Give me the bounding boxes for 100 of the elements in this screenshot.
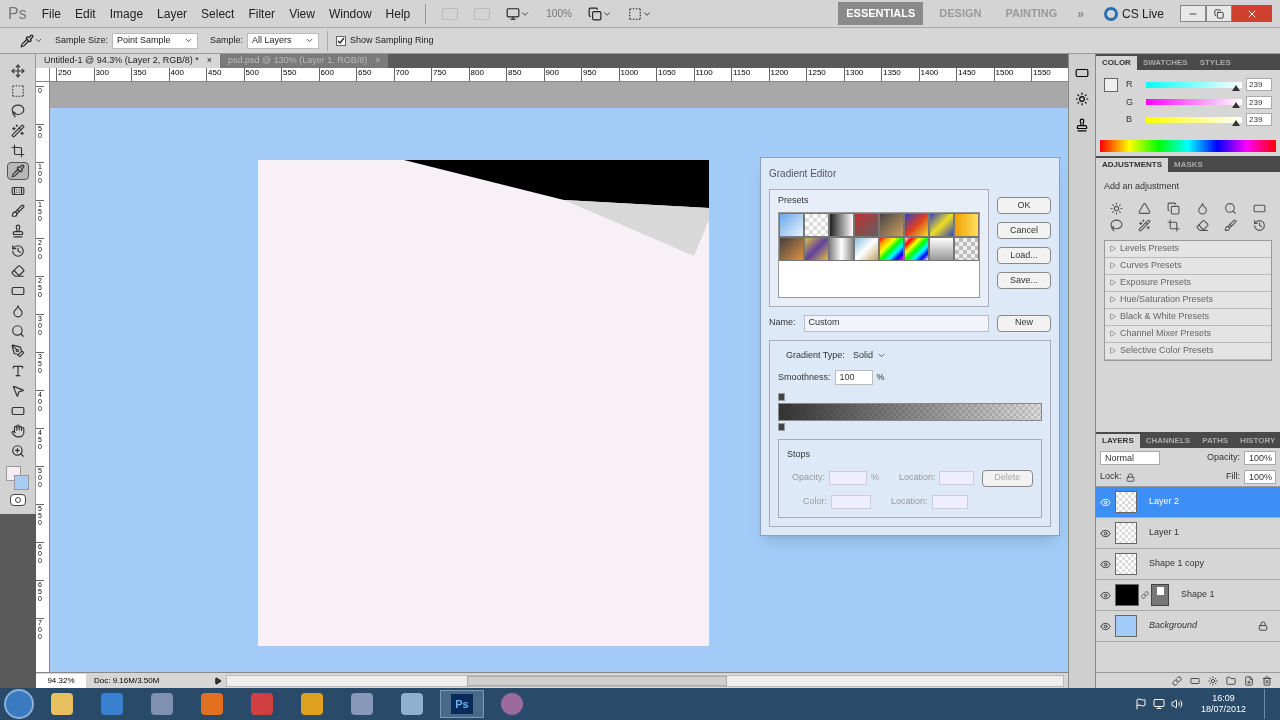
sampling-ring-checkbox[interactable] — [336, 35, 347, 46]
new-button[interactable]: New — [997, 314, 1051, 332]
panel-tab[interactable]: CHANNELS — [1139, 434, 1197, 448]
preset-list-item[interactable]: Exposure Presets — [1105, 274, 1271, 292]
smoothness-field[interactable]: 100 — [834, 370, 873, 385]
photoshop-taskbar-button[interactable]: Ps — [440, 690, 484, 718]
slider-thumb[interactable] — [1231, 84, 1240, 91]
monitor-icon[interactable] — [1152, 698, 1165, 710]
layer-row[interactable]: Background — [1096, 611, 1280, 642]
panel-tab[interactable]: HISTORY — [1234, 434, 1280, 448]
panel-tab[interactable]: SWATCHES — [1136, 56, 1194, 70]
lock-icon[interactable] — [1125, 472, 1135, 482]
panel-tab[interactable]: ADJUSTMENTS — [1096, 158, 1168, 172]
minimize-button[interactable] — [1180, 5, 1206, 22]
quick-mask-icon[interactable] — [9, 494, 26, 506]
gradient-type-dropdown[interactable]: Solid — [848, 348, 890, 362]
name-label: Name: — [769, 316, 796, 330]
dialog-button[interactable]: Save... — [997, 272, 1051, 289]
sample-dropdown[interactable]: All Layers — [247, 32, 320, 49]
delete-icon[interactable] — [1262, 675, 1272, 686]
foreground-color-swatch[interactable] — [1104, 78, 1118, 92]
color-spectrum[interactable] — [1100, 140, 1276, 152]
channel-value-field[interactable]: 239 — [1246, 78, 1272, 92]
preset-list-item[interactable]: Hue/Saturation Presets — [1105, 291, 1271, 309]
layer-row[interactable]: Layer 1 — [1096, 518, 1280, 549]
fill-field[interactable]: 100% — [1244, 470, 1276, 484]
status-menu-icon[interactable] — [214, 676, 222, 685]
stop-field[interactable] — [831, 494, 871, 509]
dialog-button[interactable]: OK — [997, 197, 1051, 214]
visibility-icon[interactable] — [1100, 620, 1111, 632]
dialog-button[interactable]: Load... — [997, 247, 1051, 264]
horizontal-scrollbar[interactable] — [226, 674, 1064, 687]
gradient-preset[interactable] — [904, 236, 929, 261]
channel-slider[interactable] — [1146, 81, 1242, 88]
visibility-icon[interactable] — [1100, 558, 1111, 570]
new-layer-icon[interactable] — [1244, 675, 1254, 686]
dialog-button[interactable]: Cancel — [997, 222, 1051, 239]
ruler-origin[interactable] — [36, 68, 50, 82]
visibility-icon[interactable] — [1100, 589, 1111, 601]
folder-icon[interactable] — [1226, 675, 1236, 686]
eyedropper-preset-button[interactable] — [20, 33, 43, 48]
channel-value-field[interactable]: 239 — [1246, 113, 1272, 127]
channel-slider[interactable] — [1146, 99, 1242, 106]
menu-item[interactable]: Edit — [68, 4, 103, 23]
gradient-preset[interactable] — [879, 236, 904, 261]
channel-value-field[interactable]: 239 — [1246, 95, 1272, 109]
flag-icon[interactable] — [1134, 698, 1147, 710]
eyedropper-icon[interactable] — [6, 162, 29, 180]
menu-item[interactable]: Layer — [150, 4, 195, 23]
slider-thumb[interactable] — [1231, 119, 1240, 126]
clock[interactable]: 16:09 18/07/2012 — [1188, 693, 1258, 715]
color-stop-icon[interactable] — [778, 423, 785, 431]
volume-icon[interactable] — [1170, 698, 1183, 710]
location-field[interactable] — [939, 471, 974, 485]
document-tab[interactable]: Untitled-1 @ 94.3% (Layer 2, RGB/8) * × — [36, 54, 220, 68]
panel-tab[interactable]: COLOR — [1096, 56, 1137, 70]
panel-tab[interactable]: MASKS — [1168, 158, 1209, 172]
preset-list-item[interactable]: Curves Presets — [1105, 257, 1271, 275]
screen-mode-button[interactable] — [506, 6, 531, 21]
preset-list-item[interactable]: Levels Presets — [1105, 240, 1271, 258]
menu-item[interactable]: Filter — [241, 4, 283, 23]
menu-item[interactable]: Image — [102, 4, 151, 23]
mask-icon[interactable] — [1190, 675, 1200, 686]
stop-field[interactable] — [828, 471, 867, 485]
menu-item[interactable]: Help — [378, 4, 418, 23]
preset-list-item[interactable]: Channel Mixer Presets — [1105, 325, 1271, 343]
link-icon[interactable] — [1172, 675, 1182, 686]
menu-item[interactable]: File — [34, 4, 68, 23]
panel-tab[interactable]: PATHS — [1196, 434, 1235, 448]
visibility-icon[interactable] — [1100, 496, 1111, 508]
visibility-icon[interactable] — [1100, 527, 1111, 539]
menu-item[interactable]: View — [282, 4, 322, 23]
opacity-stop-icon[interactable] — [778, 393, 785, 401]
cs-live-menu[interactable]: CS Live — [1121, 4, 1164, 23]
channel-slider[interactable] — [1146, 116, 1242, 123]
layer-row[interactable]: Shape 1 copy — [1096, 549, 1280, 580]
restore-button[interactable] — [1206, 5, 1232, 22]
stamp-icon[interactable] — [1075, 118, 1089, 132]
screen-button[interactable] — [627, 6, 652, 21]
name-field[interactable]: Custom — [803, 314, 989, 332]
opacity-field[interactable]: 100% — [1244, 451, 1276, 465]
sample-size-dropdown[interactable]: Point Sample — [112, 32, 199, 49]
gradient-preset[interactable] — [829, 212, 854, 237]
adjustment-layer-icon[interactable] — [1208, 675, 1218, 686]
expand-triangle-icon — [1109, 296, 1116, 303]
location-field[interactable] — [931, 494, 968, 509]
start-button[interactable] — [4, 689, 34, 719]
preset-list-item[interactable]: Black & White Presets — [1105, 308, 1271, 326]
panel-tab[interactable]: STYLES — [1193, 56, 1237, 70]
panel-tab[interactable]: LAYERS — [1096, 434, 1140, 448]
layer-row[interactable]: Shape 1 — [1096, 580, 1280, 611]
arrange-button[interactable] — [587, 6, 612, 21]
menu-item[interactable]: Window — [321, 4, 379, 23]
close-tab-button[interactable]: × — [206, 54, 212, 68]
caret-icon — [305, 36, 315, 45]
menu-item[interactable]: Select — [194, 4, 242, 23]
slider-thumb[interactable] — [1231, 102, 1240, 109]
blend-mode-dropdown[interactable]: Normal — [1100, 451, 1160, 465]
preset-list-item[interactable]: Selective Color Presets — [1105, 342, 1271, 360]
color-swatches-icon[interactable] — [5, 466, 30, 492]
